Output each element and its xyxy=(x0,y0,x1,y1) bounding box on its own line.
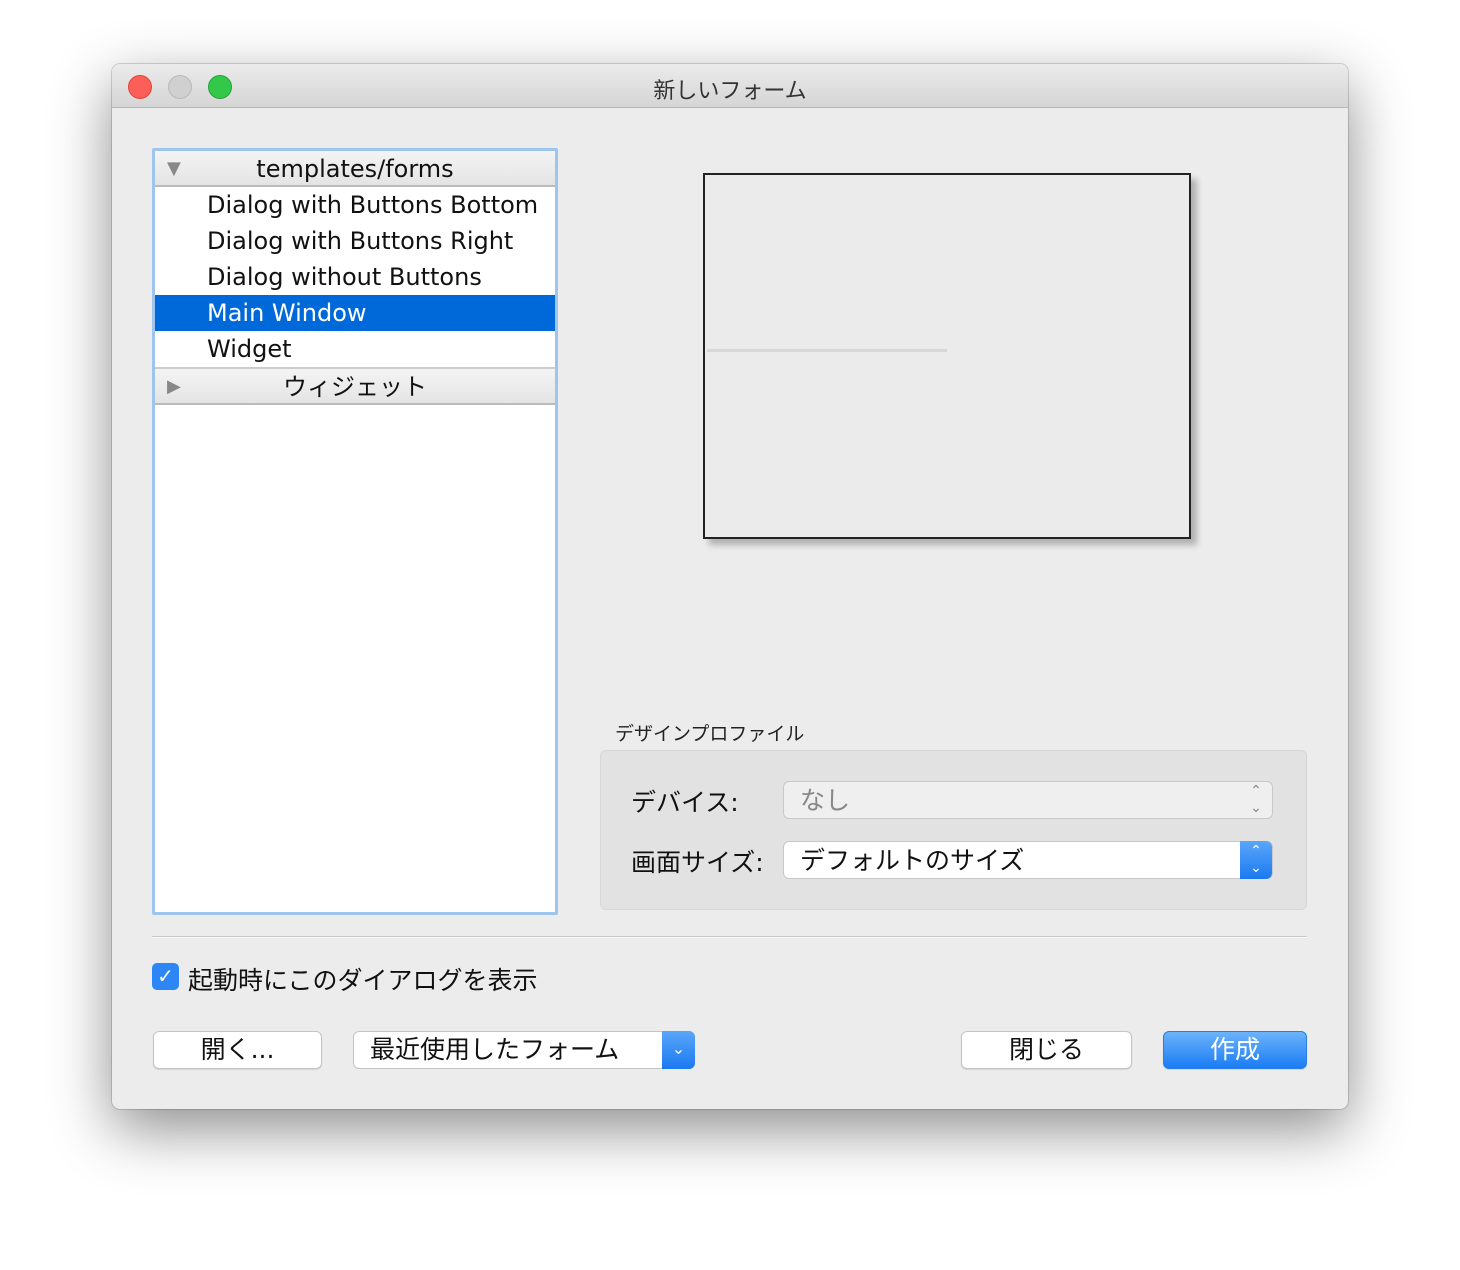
separator xyxy=(152,936,1307,938)
window-title: 新しいフォーム xyxy=(653,79,807,104)
close-button[interactable]: 閉じる xyxy=(961,1031,1132,1069)
tree-group-templates-forms[interactable]: ▼ templates/forms xyxy=(155,151,555,187)
open-button[interactable]: 開く... xyxy=(153,1031,322,1069)
device-select[interactable]: なし ⌃ ⌄ xyxy=(783,781,1273,819)
recent-forms-dropdown[interactable]: 最近使用したフォーム ⌄ xyxy=(353,1031,695,1069)
disclosure-expanded-icon[interactable]: ▼ xyxy=(167,151,181,187)
device-label: デバイス: xyxy=(631,788,739,817)
design-profile-title: デザインプロファイル xyxy=(615,723,805,745)
recent-forms-label: 最近使用したフォーム xyxy=(370,1035,620,1064)
tree-item[interactable]: Dialog without Buttons xyxy=(155,259,555,295)
updown-chevron-icon: ⌃ ⌄ xyxy=(1240,841,1272,879)
title-bar: 新しいフォーム xyxy=(112,64,1348,108)
screen-size-value: デフォルトのサイズ xyxy=(800,846,1025,875)
checkmark-icon: ✓ xyxy=(157,964,174,988)
preview-menubar-line xyxy=(707,349,947,352)
show-on-startup-label[interactable]: 起動時にこのダイアログを表示 xyxy=(188,961,538,997)
updown-chevron-icon: ⌃ ⌄ xyxy=(1250,783,1262,816)
design-profile-group: デバイス: なし ⌃ ⌄ 画面サイズ: デフォルトのサイズ ⌃ ⌄ xyxy=(600,750,1307,910)
disclosure-collapsed-icon[interactable]: ▶ xyxy=(167,369,181,405)
show-on-startup-checkbox[interactable]: ✓ xyxy=(152,963,179,990)
tree-item-selected[interactable]: Main Window xyxy=(155,295,555,331)
tree-group-widgets[interactable]: ▶ ウィジェット xyxy=(155,367,555,405)
template-tree[interactable]: ▼ templates/forms Dialog with Buttons Bo… xyxy=(152,148,558,915)
tree-item[interactable]: Dialog with Buttons Right xyxy=(155,223,555,259)
screen-size-label: 画面サイズ: xyxy=(631,848,764,877)
tree-item[interactable]: Widget xyxy=(155,331,555,367)
tree-item[interactable]: Dialog with Buttons Bottom xyxy=(155,187,555,223)
device-value: なし xyxy=(800,786,851,815)
new-form-dialog: 新しいフォーム ▼ templates/forms Dialog with Bu… xyxy=(112,64,1348,1109)
group-label: ウィジェット xyxy=(283,373,427,401)
chevron-down-icon: ⌄ xyxy=(662,1031,695,1069)
form-preview xyxy=(703,173,1191,539)
screen-size-select[interactable]: デフォルトのサイズ ⌃ ⌄ xyxy=(783,841,1273,879)
create-button[interactable]: 作成 xyxy=(1163,1031,1307,1069)
group-label: templates/forms xyxy=(256,155,454,183)
